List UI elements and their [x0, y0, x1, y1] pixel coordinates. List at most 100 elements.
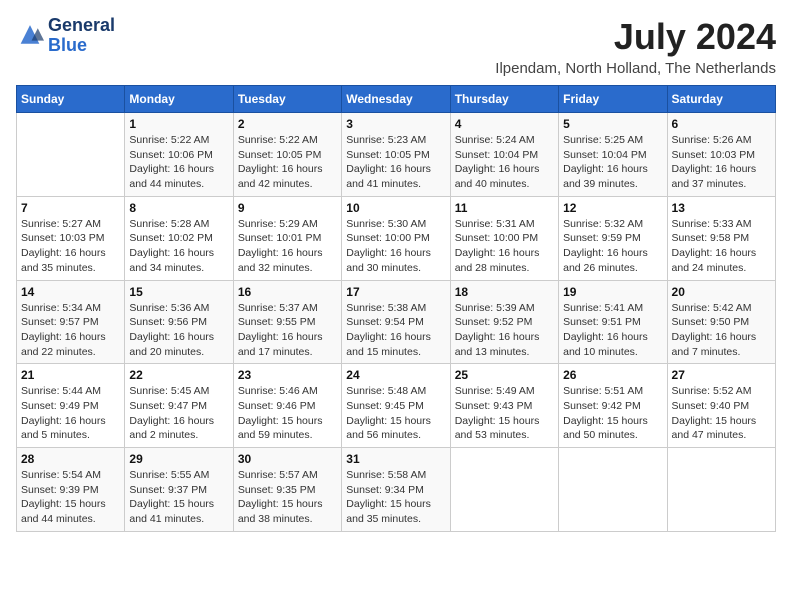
day-cell: 30 Sunrise: 5:57 AM Sunset: 9:35 PM Dayli… — [233, 448, 341, 532]
day-cell: 27Sunrise: 5:52 AM Sunset: 9:40 PM Dayli… — [667, 364, 775, 448]
day-info: Sunrise: 5:31 AM Sunset: 10:00 PM Daylig… — [455, 217, 554, 276]
day-number: 9 — [238, 201, 337, 215]
day-info: Sunrise: 5:39 AM Sunset: 9:52 PM Dayligh… — [455, 301, 554, 360]
day-cell: 21 Sunrise: 5:44 AM Sunset: 9:49 PM Dayli… — [17, 364, 125, 448]
week-row-2: 7 Sunrise: 5:27 AM Sunset: 10:03 PM Dayli… — [17, 196, 776, 280]
col-header-wednesday: Wednesday — [342, 86, 450, 113]
day-number: 31 — [346, 452, 445, 466]
col-header-monday: Monday — [125, 86, 233, 113]
day-cell: 9 Sunrise: 5:29 AM Sunset: 10:01 PM Dayli… — [233, 196, 341, 280]
day-info: Sunrise: 5:37 AM Sunset: 9:55 PM Dayligh… — [238, 301, 337, 360]
day-cell: 22 Sunrise: 5:45 AM Sunset: 9:47 PM Dayli… — [125, 364, 233, 448]
day-number: 28 — [21, 452, 120, 466]
day-info: Sunrise: 5:26 AM Sunset: 10:03 PM Daylig… — [672, 133, 771, 192]
logo-text: General Blue — [48, 16, 115, 56]
day-number: 10 — [346, 201, 445, 215]
day-number: 26 — [563, 368, 662, 382]
day-cell: 11 Sunrise: 5:31 AM Sunset: 10:00 PM Dayl… — [450, 196, 558, 280]
day-cell: 16 Sunrise: 5:37 AM Sunset: 9:55 PM Dayli… — [233, 280, 341, 364]
day-number: 7 — [21, 201, 120, 215]
day-number: 1 — [129, 117, 228, 131]
week-row-5: 28 Sunrise: 5:54 AM Sunset: 9:39 PM Dayli… — [17, 448, 776, 532]
day-cell: 17 Sunrise: 5:38 AM Sunset: 9:54 PM Dayli… — [342, 280, 450, 364]
col-header-tuesday: Tuesday — [233, 86, 341, 113]
day-info: Sunrise: 5:22 AM Sunset: 10:05 PM Daylig… — [238, 133, 337, 192]
col-header-sunday: Sunday — [17, 86, 125, 113]
day-number: 17 — [346, 285, 445, 299]
day-number: 2 — [238, 117, 337, 131]
col-header-friday: Friday — [559, 86, 667, 113]
day-number: 12 — [563, 201, 662, 215]
calendar-table: SundayMondayTuesdayWednesdayThursdayFrid… — [16, 85, 776, 532]
day-cell: 13Sunrise: 5:33 AM Sunset: 9:58 PM Dayli… — [667, 196, 775, 280]
day-cell: 25Sunrise: 5:49 AM Sunset: 9:43 PM Dayli… — [450, 364, 558, 448]
day-cell: 7 Sunrise: 5:27 AM Sunset: 10:03 PM Dayli… — [17, 196, 125, 280]
day-number: 6 — [672, 117, 771, 131]
day-number: 30 — [238, 452, 337, 466]
title-area: July 2024 Ilpendam, North Holland, The N… — [495, 16, 776, 77]
day-info: Sunrise: 5:38 AM Sunset: 9:54 PM Dayligh… — [346, 301, 445, 360]
day-number: 3 — [346, 117, 445, 131]
day-info: Sunrise: 5:44 AM Sunset: 9:49 PM Dayligh… — [21, 384, 120, 443]
day-cell: 14Sunrise: 5:34 AM Sunset: 9:57 PM Dayli… — [17, 280, 125, 364]
day-cell: 26Sunrise: 5:51 AM Sunset: 9:42 PM Dayli… — [559, 364, 667, 448]
day-number: 29 — [129, 452, 228, 466]
day-info: Sunrise: 5:45 AM Sunset: 9:47 PM Dayligh… — [129, 384, 228, 443]
logo-line2: Blue — [48, 36, 115, 56]
week-row-1: 1 Sunrise: 5:22 AM Sunset: 10:06 PM Dayli… — [17, 113, 776, 197]
month-title: July 2024 — [495, 16, 776, 58]
day-cell: 15 Sunrise: 5:36 AM Sunset: 9:56 PM Dayli… — [125, 280, 233, 364]
day-number: 24 — [346, 368, 445, 382]
day-cell: 4Sunrise: 5:24 AM Sunset: 10:04 PM Dayli… — [450, 113, 558, 197]
day-number: 4 — [455, 117, 554, 131]
day-info: Sunrise: 5:42 AM Sunset: 9:50 PM Dayligh… — [672, 301, 771, 360]
day-info: Sunrise: 5:46 AM Sunset: 9:46 PM Dayligh… — [238, 384, 337, 443]
logo-icon — [16, 22, 44, 50]
day-info: Sunrise: 5:22 AM Sunset: 10:06 PM Daylig… — [129, 133, 228, 192]
day-info: Sunrise: 5:28 AM Sunset: 10:02 PM Daylig… — [129, 217, 228, 276]
col-header-thursday: Thursday — [450, 86, 558, 113]
day-info: Sunrise: 5:41 AM Sunset: 9:51 PM Dayligh… — [563, 301, 662, 360]
day-info: Sunrise: 5:29 AM Sunset: 10:01 PM Daylig… — [238, 217, 337, 276]
day-info: Sunrise: 5:23 AM Sunset: 10:05 PM Daylig… — [346, 133, 445, 192]
day-cell: 20 Sunrise: 5:42 AM Sunset: 9:50 PM Dayli… — [667, 280, 775, 364]
day-number: 18 — [455, 285, 554, 299]
day-info: Sunrise: 5:55 AM Sunset: 9:37 PM Dayligh… — [129, 468, 228, 527]
day-cell: 10 Sunrise: 5:30 AM Sunset: 10:00 PM Dayl… — [342, 196, 450, 280]
day-cell: 28 Sunrise: 5:54 AM Sunset: 9:39 PM Dayli… — [17, 448, 125, 532]
day-number: 15 — [129, 285, 228, 299]
page-header: General Blue July 2024 Ilpendam, North H… — [16, 16, 776, 77]
day-cell — [667, 448, 775, 532]
day-info: Sunrise: 5:58 AM Sunset: 9:34 PM Dayligh… — [346, 468, 445, 527]
day-cell — [17, 113, 125, 197]
day-info: Sunrise: 5:36 AM Sunset: 9:56 PM Dayligh… — [129, 301, 228, 360]
day-number: 11 — [455, 201, 554, 215]
day-cell: 24 Sunrise: 5:48 AM Sunset: 9:45 PM Dayli… — [342, 364, 450, 448]
day-cell: 23Sunrise: 5:46 AM Sunset: 9:46 PM Dayli… — [233, 364, 341, 448]
day-cell: 3 Sunrise: 5:23 AM Sunset: 10:05 PM Dayli… — [342, 113, 450, 197]
day-cell: 5Sunrise: 5:25 AM Sunset: 10:04 PM Dayli… — [559, 113, 667, 197]
day-info: Sunrise: 5:48 AM Sunset: 9:45 PM Dayligh… — [346, 384, 445, 443]
day-info: Sunrise: 5:57 AM Sunset: 9:35 PM Dayligh… — [238, 468, 337, 527]
col-header-saturday: Saturday — [667, 86, 775, 113]
day-info: Sunrise: 5:49 AM Sunset: 9:43 PM Dayligh… — [455, 384, 554, 443]
day-number: 20 — [672, 285, 771, 299]
day-cell: 2 Sunrise: 5:22 AM Sunset: 10:05 PM Dayli… — [233, 113, 341, 197]
day-cell: 8Sunrise: 5:28 AM Sunset: 10:02 PM Dayli… — [125, 196, 233, 280]
day-cell: 18 Sunrise: 5:39 AM Sunset: 9:52 PM Dayli… — [450, 280, 558, 364]
day-info: Sunrise: 5:27 AM Sunset: 10:03 PM Daylig… — [21, 217, 120, 276]
location-title: Ilpendam, North Holland, The Netherlands — [495, 60, 776, 77]
day-cell — [450, 448, 558, 532]
day-number: 21 — [21, 368, 120, 382]
day-number: 22 — [129, 368, 228, 382]
day-number: 19 — [563, 285, 662, 299]
day-number: 27 — [672, 368, 771, 382]
day-number: 16 — [238, 285, 337, 299]
logo: General Blue — [16, 16, 115, 56]
day-info: Sunrise: 5:54 AM Sunset: 9:39 PM Dayligh… — [21, 468, 120, 527]
day-info: Sunrise: 5:30 AM Sunset: 10:00 PM Daylig… — [346, 217, 445, 276]
logo-line1: General — [48, 16, 115, 36]
day-cell: 29 Sunrise: 5:55 AM Sunset: 9:37 PM Dayli… — [125, 448, 233, 532]
week-row-3: 14Sunrise: 5:34 AM Sunset: 9:57 PM Dayli… — [17, 280, 776, 364]
day-info: Sunrise: 5:33 AM Sunset: 9:58 PM Dayligh… — [672, 217, 771, 276]
